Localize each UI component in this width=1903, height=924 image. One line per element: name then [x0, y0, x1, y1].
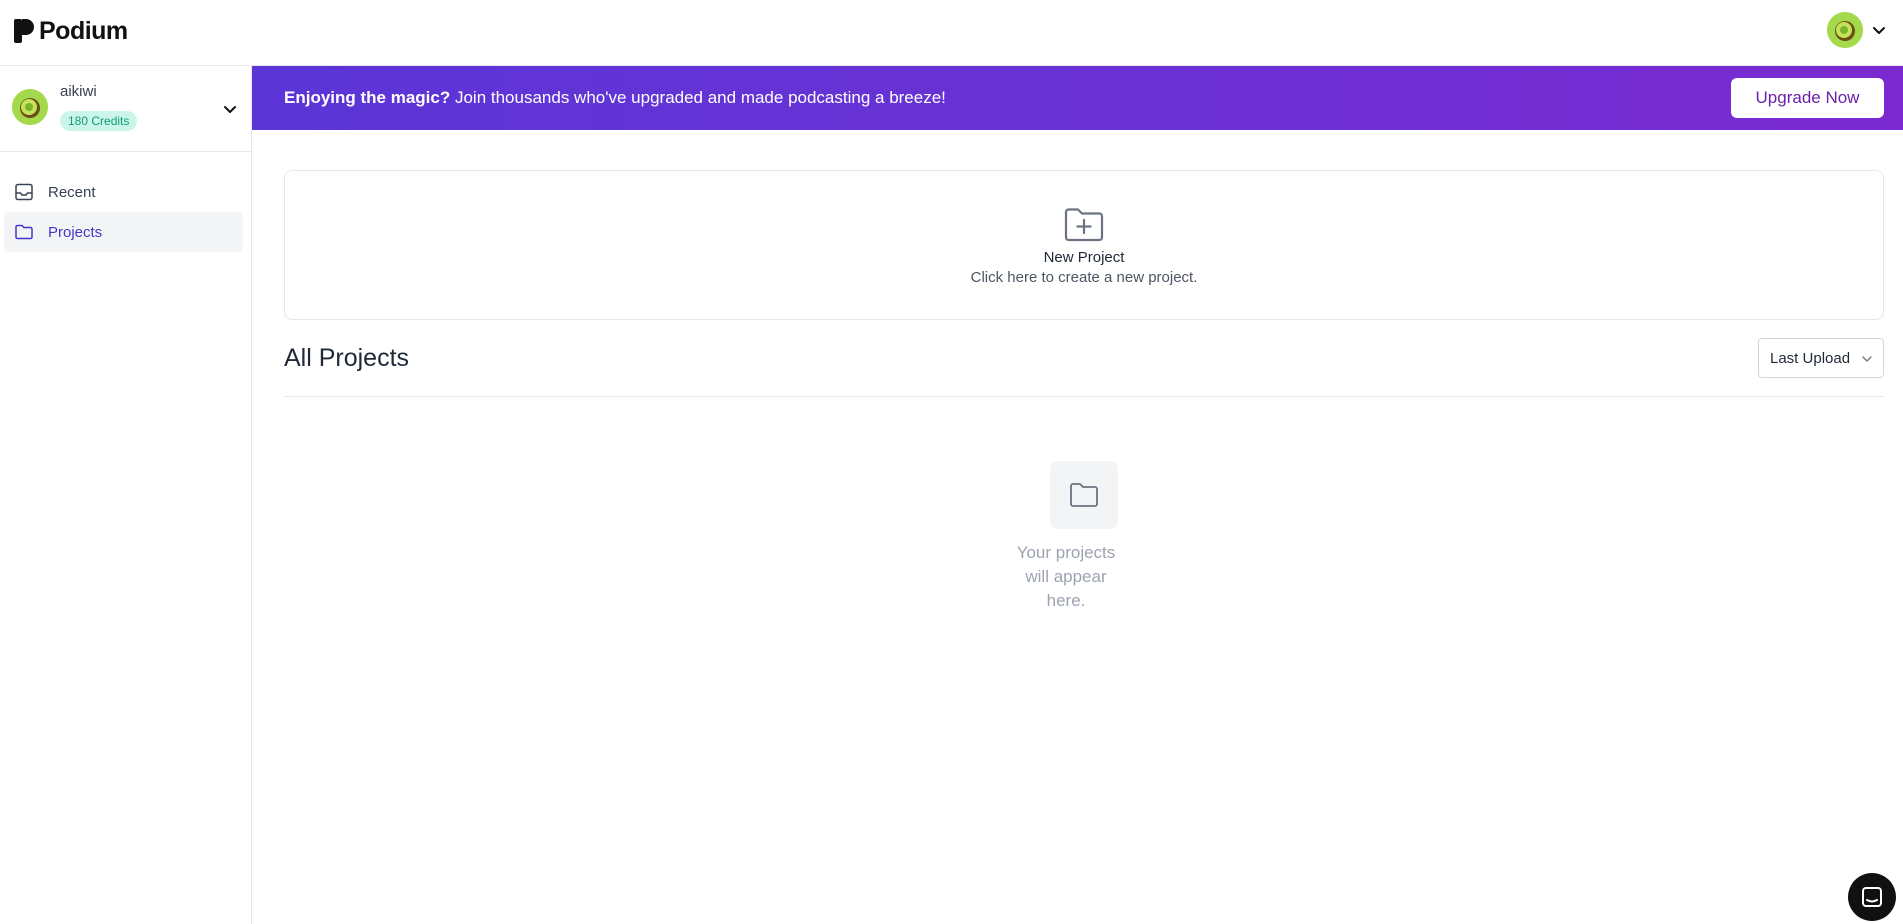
credits-badge: 180 Credits	[60, 111, 138, 131]
sidebar: aikiwi 180 Credits Recent Projects	[0, 66, 252, 924]
sidebar-item-recent[interactable]: Recent	[4, 172, 243, 212]
sort-select-value: Last Upload	[1770, 349, 1851, 367]
sidebar-item-label: Projects	[48, 223, 103, 241]
folder-plus-icon	[1064, 208, 1104, 242]
podium-logo-icon	[14, 19, 34, 43]
logo-text: Podium	[39, 16, 128, 45]
chevron-down-icon[interactable]	[1871, 22, 1887, 38]
sidebar-nav: Recent Projects	[0, 152, 251, 252]
chevron-down-icon	[1862, 356, 1872, 362]
sidebar-item-projects[interactable]: Projects	[4, 212, 243, 252]
avatar[interactable]	[1827, 12, 1863, 48]
kiwi-avatar-icon	[12, 89, 48, 125]
new-project-card[interactable]: New Project Click here to create a new p…	[284, 170, 1884, 320]
sort-select[interactable]: Last Upload	[1758, 338, 1884, 378]
empty-state-folder	[1050, 461, 1118, 529]
podium-logo[interactable]: Podium	[14, 16, 128, 46]
account-switcher[interactable]: aikiwi 180 Credits	[0, 66, 251, 152]
chat-launcher-button[interactable]	[1848, 873, 1896, 921]
chat-icon	[1862, 887, 1882, 907]
page-title: All Projects	[284, 344, 410, 372]
chevron-down-icon[interactable]	[221, 100, 239, 118]
folder-icon	[1070, 483, 1098, 507]
upgrade-now-button[interactable]: Upgrade Now	[1731, 78, 1884, 118]
top-bar: Podium	[0, 0, 1903, 66]
upgrade-banner: Enjoying the magic? Join thousands who'v…	[252, 66, 1903, 130]
inbox-icon	[15, 183, 33, 201]
new-project-subtitle: Click here to create a new project.	[970, 269, 1198, 286]
section-divider	[284, 396, 1884, 397]
user-menu[interactable]	[1827, 12, 1887, 48]
banner-message: Enjoying the magic? Join thousands who'v…	[284, 88, 946, 108]
banner-text: Join thousands who've upgraded and made …	[450, 88, 946, 107]
new-project-title: New Project	[1043, 249, 1125, 266]
account-name: aikiwi	[60, 83, 97, 100]
banner-bold-text: Enjoying the magic?	[284, 88, 451, 107]
account-avatar	[12, 89, 48, 125]
kiwi-avatar-icon	[1827, 12, 1863, 48]
empty-state-message: Your projects will appear here.	[1016, 543, 1116, 610]
sidebar-item-label: Recent	[48, 183, 96, 201]
folder-icon	[15, 224, 33, 240]
